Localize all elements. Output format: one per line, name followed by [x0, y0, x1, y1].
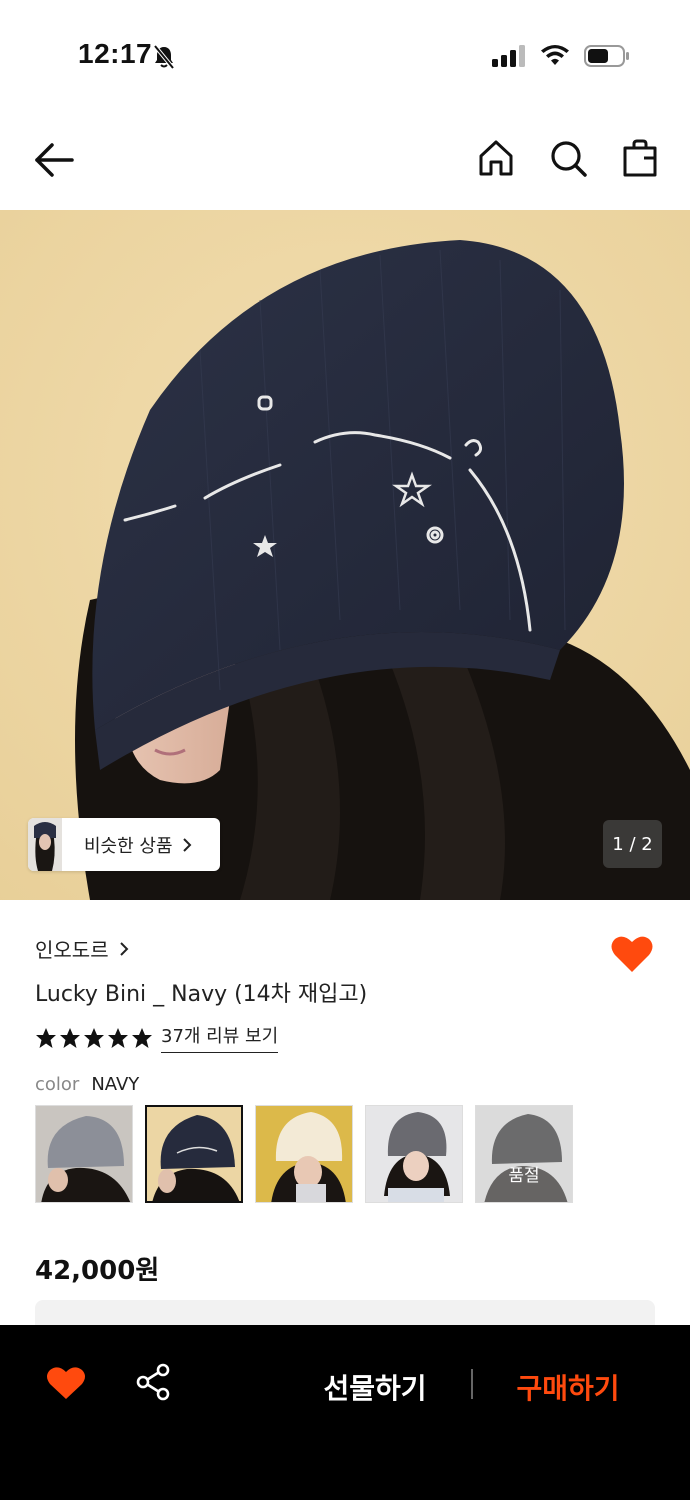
- color-row: color NAVY: [35, 1074, 139, 1095]
- status-bar: 12:17: [0, 0, 690, 110]
- star-rating: [35, 1027, 153, 1049]
- similar-thumbnail: [28, 818, 62, 871]
- star-icon: [132, 1027, 152, 1048]
- image-page-indicator: 1 / 2: [603, 820, 662, 868]
- star-icon: [60, 1027, 80, 1048]
- rating-row: 37개 리뷰 보기: [35, 1022, 279, 1053]
- swatch-charcoal[interactable]: [365, 1105, 463, 1203]
- swatch-ivory[interactable]: [255, 1105, 353, 1203]
- heart-icon[interactable]: [46, 1365, 86, 1401]
- share-icon[interactable]: [134, 1363, 172, 1401]
- buy-button[interactable]: 구매하기: [490, 1367, 646, 1407]
- arrow-left-icon[interactable]: [32, 138, 76, 182]
- product-title: Lucky Bini _ Navy (14차 재입고): [35, 982, 368, 1007]
- divider: [471, 1369, 473, 1399]
- heart-icon[interactable]: [610, 934, 654, 974]
- top-navigation: [0, 120, 690, 200]
- product-photo: [0, 210, 690, 900]
- bell-off-icon: [153, 44, 175, 70]
- similar-products-label: 비슷한 상품: [84, 835, 173, 857]
- product-price: 42,000원: [35, 1256, 160, 1286]
- status-time: 12:17: [78, 38, 153, 69]
- review-link[interactable]: 37개 리뷰 보기: [161, 1022, 279, 1053]
- color-value: NAVY: [91, 1074, 140, 1095]
- swatch-black[interactable]: 품절: [475, 1105, 573, 1203]
- swatch-navy[interactable]: [145, 1105, 243, 1203]
- star-icon: [108, 1027, 128, 1048]
- brand-name: 인오도르: [35, 938, 109, 962]
- search-icon[interactable]: [548, 138, 588, 178]
- wifi-icon: [541, 45, 569, 65]
- battery-icon: [584, 45, 629, 67]
- sold-out-label: 품절: [508, 1166, 540, 1186]
- swatch-gray[interactable]: [35, 1105, 133, 1203]
- similar-products-button[interactable]: 비슷한 상품: [28, 818, 220, 871]
- chevron-right-icon: [182, 837, 191, 852]
- star-icon: [36, 1027, 56, 1048]
- brand-link[interactable]: 인오도르: [35, 934, 129, 963]
- shopping-bag-icon[interactable]: [620, 138, 660, 178]
- home-icon[interactable]: [476, 138, 516, 178]
- star-icon: [84, 1027, 104, 1048]
- cellular-signal-icon: [492, 45, 525, 67]
- bottom-action-bar: 선물하기 구매하기: [0, 1325, 690, 1500]
- color-label: color: [35, 1074, 80, 1095]
- chevron-right-icon: [119, 941, 129, 956]
- gift-button[interactable]: 선물하기: [290, 1367, 460, 1407]
- color-swatches: 품절: [35, 1105, 573, 1203]
- product-image[interactable]: [0, 210, 690, 900]
